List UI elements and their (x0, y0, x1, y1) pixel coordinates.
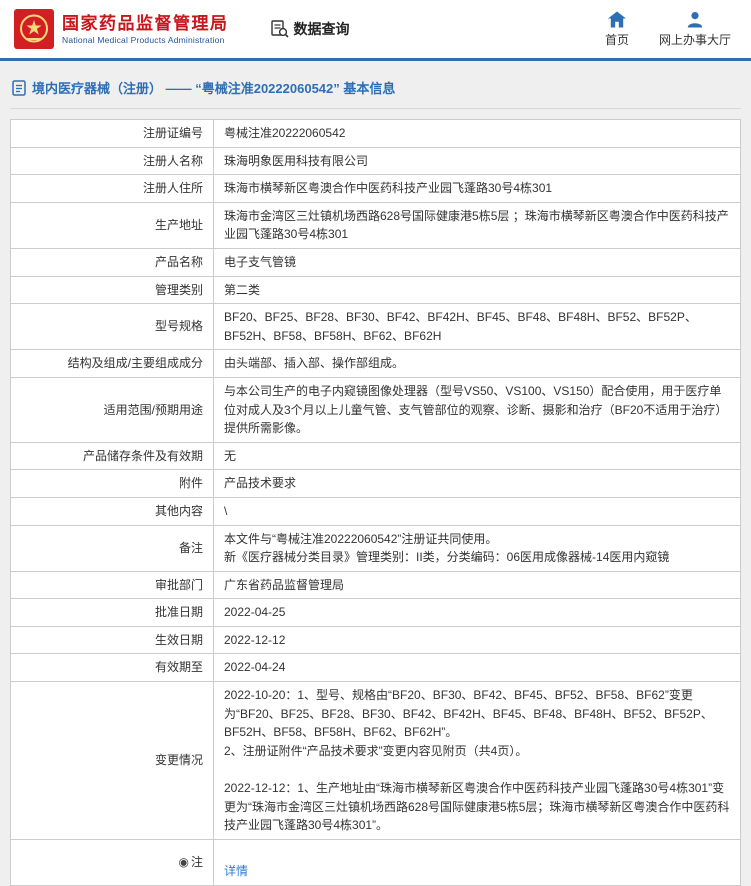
row-value: BF20、BF25、BF28、BF30、BF42、BF42H、BF45、BF48… (214, 304, 741, 350)
row-label: 附件 (11, 470, 214, 498)
note-value-cell: 详情 (214, 839, 741, 885)
row-value: 珠海市金湾区三灶镇机场西路628号国际健康港5栋5层 ；珠海市横琴新区粤澳合作中… (214, 202, 741, 248)
row-value: \ (214, 497, 741, 525)
data-query-label: 数据查询 (294, 19, 350, 39)
table-row: 变更情况 2022-10-20：1、型号、规格由“BF20、BF30、BF42、… (11, 682, 741, 840)
row-value: 粤械注准20222060542 (214, 120, 741, 148)
nav-data-query[interactable]: 数据查询 (271, 19, 350, 39)
row-label: 结构及组成/主要组成成分 (11, 350, 214, 378)
row-value: 电子支气管镜 (214, 248, 741, 276)
row-label: 变更情况 (11, 682, 214, 840)
table-row: 适用范围/预期用途 与本公司生产的电子内窥镜图像处理器（型号VS50、VS100… (11, 377, 741, 442)
table-row: 产品储存条件及有效期 无 (11, 442, 741, 470)
table-row: 结构及组成/主要组成成分 由头端部、插入部、操作部组成。 (11, 350, 741, 378)
brand-text: 国家药品监督管理局 National Medical Products Admi… (62, 13, 229, 44)
page-title: 境内医疗器械（注册） —— “粤械注准20222060542” 基本信息 (10, 69, 741, 109)
row-label: 审批部门 (11, 571, 214, 599)
table-row: 备注 本文件与“粤械注准20222060542”注册证共同使用。 新《医疗器械分… (11, 525, 741, 571)
document-icon (12, 80, 26, 96)
row-value: 2022-10-20：1、型号、规格由“BF20、BF30、BF42、BF45、… (214, 682, 741, 840)
table-row: 生效日期 2022-12-12 (11, 626, 741, 654)
row-label: 适用范围/预期用途 (11, 377, 214, 442)
site-header: 国家药品监督管理局 National Medical Products Admi… (0, 0, 751, 58)
row-value: 产品技术要求 (214, 470, 741, 498)
table-row-note: ◉注 详情 (11, 839, 741, 885)
table-row: 审批部门 广东省药品监督管理局 (11, 571, 741, 599)
row-value: 本文件与“粤械注准20222060542”注册证共同使用。 新《医疗器械分类目录… (214, 525, 741, 571)
home-icon (607, 11, 627, 28)
row-label: 注册人住所 (11, 175, 214, 203)
page-title-text: 境内医疗器械（注册） —— “粤械注准20222060542” 基本信息 (32, 78, 395, 97)
table-row: 型号规格 BF20、BF25、BF28、BF30、BF42、BF42H、BF45… (11, 304, 741, 350)
row-value: 2022-04-24 (214, 654, 741, 682)
row-value: 由头端部、插入部、操作部组成。 (214, 350, 741, 378)
row-label: 有效期至 (11, 654, 214, 682)
target-icon: ◉ (179, 855, 189, 869)
nav-home-label: 首页 (605, 31, 629, 48)
table-row: 其他内容 \ (11, 497, 741, 525)
row-value: 广东省药品监督管理局 (214, 571, 741, 599)
note-label: 注 (191, 855, 203, 869)
table-row: 注册人名称 珠海明象医用科技有限公司 (11, 147, 741, 175)
row-label: 产品名称 (11, 248, 214, 276)
row-value: 2022-04-25 (214, 599, 741, 627)
row-label: 型号规格 (11, 304, 214, 350)
detail-link[interactable]: 详情 (224, 864, 248, 878)
brand[interactable]: 国家药品监督管理局 National Medical Products Admi… (14, 9, 229, 49)
table-row: 生产地址 珠海市金湾区三灶镇机场西路628号国际健康港5栋5层 ；珠海市横琴新区… (11, 202, 741, 248)
table-row: 管理类别 第二类 (11, 276, 741, 304)
table-row: 有效期至 2022-04-24 (11, 654, 741, 682)
table-row: 产品名称 电子支气管镜 (11, 248, 741, 276)
table-row: 批准日期 2022-04-25 (11, 599, 741, 627)
nav-home[interactable]: 首页 (605, 11, 629, 48)
row-value: 无 (214, 442, 741, 470)
row-label: 管理类别 (11, 276, 214, 304)
row-value: 珠海市横琴新区粤澳合作中医药科技产业园飞蓬路30号4栋301 (214, 175, 741, 203)
row-value: 2022-12-12 (214, 626, 741, 654)
nav-hall[interactable]: 网上办事大厅 (659, 11, 731, 48)
row-label: 产品储存条件及有效期 (11, 442, 214, 470)
row-value: 第二类 (214, 276, 741, 304)
row-label: 注册证编号 (11, 120, 214, 148)
nav-hall-label: 网上办事大厅 (659, 31, 731, 48)
content: 境内医疗器械（注册） —— “粤械注准20222060542” 基本信息 注册证… (0, 61, 751, 886)
org-name-en: National Medical Products Administration (62, 35, 229, 45)
table-row: 附件 产品技术要求 (11, 470, 741, 498)
row-label: 备注 (11, 525, 214, 571)
row-label: 其他内容 (11, 497, 214, 525)
row-value: 与本公司生产的电子内窥镜图像处理器（型号VS50、VS100、VS150）配合使… (214, 377, 741, 442)
table-row: 注册证编号 粤械注准20222060542 (11, 120, 741, 148)
header-nav: 首页 网上办事大厅 (605, 11, 735, 48)
registration-info-table: 注册证编号 粤械注准20222060542 注册人名称 珠海明象医用科技有限公司… (10, 119, 741, 886)
row-value: 珠海明象医用科技有限公司 (214, 147, 741, 175)
row-label: 生产地址 (11, 202, 214, 248)
table-row: 注册人住所 珠海市横琴新区粤澳合作中医药科技产业园飞蓬路30号4栋301 (11, 175, 741, 203)
note-label-cell: ◉注 (11, 839, 214, 885)
row-label: 批准日期 (11, 599, 214, 627)
user-icon (685, 11, 705, 28)
nmpa-logo (14, 9, 54, 49)
search-document-icon (271, 20, 289, 38)
row-label: 生效日期 (11, 626, 214, 654)
row-label: 注册人名称 (11, 147, 214, 175)
org-name-cn: 国家药品监督管理局 (62, 13, 229, 34)
